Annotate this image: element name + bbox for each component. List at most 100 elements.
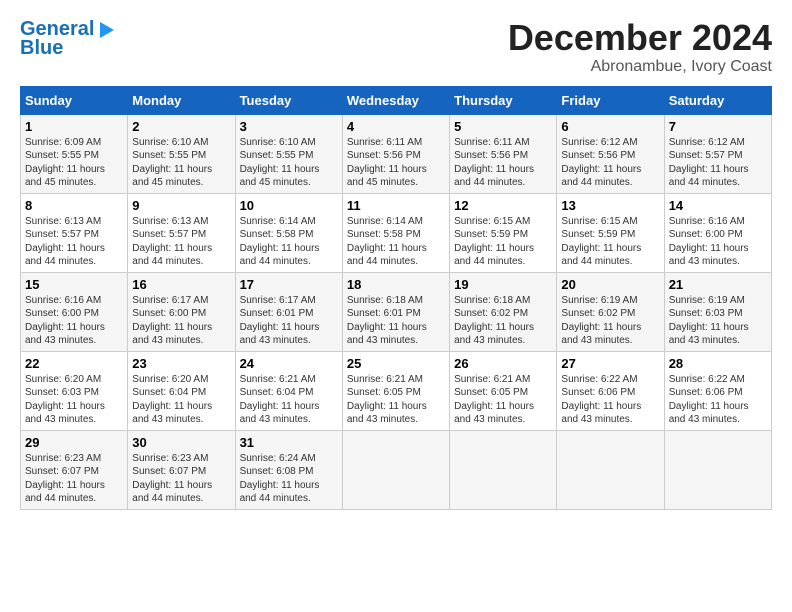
day-number: 29: [25, 435, 123, 450]
title-block: December 2024 Abronambue, Ivory Coast: [508, 18, 772, 76]
day-info: Sunrise: 6:18 AMSunset: 6:01 PMDaylight:…: [347, 294, 445, 348]
day-info: Sunrise: 6:14 AMSunset: 5:58 PMDaylight:…: [240, 215, 338, 269]
day-number: 25: [347, 356, 445, 371]
calendar-cell: 29Sunrise: 6:23 AMSunset: 6:07 PMDayligh…: [21, 430, 128, 509]
calendar-cell: 7 Sunrise: 6:12 AMSunset: 5:57 PMDaylight…: [664, 114, 771, 193]
day-number: 26: [454, 356, 552, 371]
day-info: Sunrise: 6:10 AMSunset: 5:55 PMDaylight:…: [240, 136, 338, 190]
day-number: 24: [240, 356, 338, 371]
calendar-cell: 31 Sunrise: 6:24 AMSunset: 6:08 PMDayligh…: [235, 430, 342, 509]
day-info: Sunrise: 6:14 AMSunset: 5:58 PMDaylight:…: [347, 215, 445, 269]
weekday-header-tuesday: Tuesday: [235, 86, 342, 114]
day-info: Sunrise: 6:15 AMSunset: 5:59 PMDaylight:…: [454, 215, 552, 269]
day-number: 2: [132, 119, 230, 134]
weekday-header-saturday: Saturday: [664, 86, 771, 114]
calendar-cell: [664, 430, 771, 509]
calendar-cell: [342, 430, 449, 509]
day-number: 4: [347, 119, 445, 134]
day-info: Sunrise: 6:17 AMSunset: 6:01 PMDaylight:…: [240, 294, 338, 348]
day-number: 23: [132, 356, 230, 371]
day-info: Sunrise: 6:16 AMSunset: 6:00 PMDaylight:…: [669, 215, 767, 269]
subtitle: Abronambue, Ivory Coast: [508, 58, 772, 76]
day-number: 1: [25, 119, 123, 134]
day-info: Sunrise: 6:21 AMSunset: 6:05 PMDaylight:…: [454, 373, 552, 427]
logo: General Blue: [20, 18, 118, 60]
weekday-header-sunday: Sunday: [21, 86, 128, 114]
day-number: 27: [561, 356, 659, 371]
calendar-header-row: SundayMondayTuesdayWednesdayThursdayFrid…: [21, 86, 772, 114]
calendar-cell: 13 Sunrise: 6:15 AMSunset: 5:59 PMDayligh…: [557, 193, 664, 272]
day-info: Sunrise: 6:22 AMSunset: 6:06 PMDaylight:…: [669, 373, 767, 427]
day-info: Sunrise: 6:17 AMSunset: 6:00 PMDaylight:…: [132, 294, 230, 348]
calendar-table: SundayMondayTuesdayWednesdayThursdayFrid…: [20, 86, 772, 510]
calendar-cell: 18 Sunrise: 6:18 AMSunset: 6:01 PMDayligh…: [342, 272, 449, 351]
calendar-cell: 15 Sunrise: 6:16 AMSunset: 6:00 PMDayligh…: [21, 272, 128, 351]
calendar-cell: 21Sunrise: 6:19 AMSunset: 6:03 PMDayligh…: [664, 272, 771, 351]
calendar-cell: [557, 430, 664, 509]
day-info: Sunrise: 6:09 AMSunset: 5:55 PMDaylight:…: [25, 136, 123, 190]
calendar-cell: 28 Sunrise: 6:22 AMSunset: 6:06 PMDayligh…: [664, 351, 771, 430]
day-number: 15: [25, 277, 123, 292]
day-info: Sunrise: 6:12 AMSunset: 5:56 PMDaylight:…: [561, 136, 659, 190]
weekday-header-thursday: Thursday: [450, 86, 557, 114]
day-info: Sunrise: 6:19 AMSunset: 6:02 PMDaylight:…: [561, 294, 659, 348]
day-info: Sunrise: 6:21 AMSunset: 6:05 PMDaylight:…: [347, 373, 445, 427]
calendar-cell: 25 Sunrise: 6:21 AMSunset: 6:05 PMDayligh…: [342, 351, 449, 430]
header: General Blue December 2024 Abronambue, I…: [20, 18, 772, 76]
calendar-cell: 1 Sunrise: 6:09 AMSunset: 5:55 PMDaylight…: [21, 114, 128, 193]
calendar-cell: 17Sunrise: 6:17 AMSunset: 6:01 PMDayligh…: [235, 272, 342, 351]
calendar-cell: 10Sunrise: 6:14 AMSunset: 5:58 PMDayligh…: [235, 193, 342, 272]
day-number: 11: [347, 198, 445, 213]
calendar-cell: 26 Sunrise: 6:21 AMSunset: 6:05 PMDayligh…: [450, 351, 557, 430]
calendar-cell: 14Sunrise: 6:16 AMSunset: 6:00 PMDayligh…: [664, 193, 771, 272]
calendar-week-row: 8 Sunrise: 6:13 AMSunset: 5:57 PMDaylight…: [21, 193, 772, 272]
calendar-week-row: 15 Sunrise: 6:16 AMSunset: 6:00 PMDayligh…: [21, 272, 772, 351]
day-number: 9: [132, 198, 230, 213]
calendar-cell: 4 Sunrise: 6:11 AMSunset: 5:56 PMDaylight…: [342, 114, 449, 193]
day-number: 16: [132, 277, 230, 292]
calendar-cell: 30 Sunrise: 6:23 AMSunset: 6:07 PMDayligh…: [128, 430, 235, 509]
day-number: 19: [454, 277, 552, 292]
calendar-week-row: 29 Sunrise: 6:23 AMSunset: 6:07 PMDayligh…: [21, 430, 772, 509]
day-number: 8: [25, 198, 123, 213]
page: General Blue December 2024 Abronambue, I…: [0, 0, 792, 612]
day-info: Sunrise: 6:13 AMSunset: 5:57 PMDaylight:…: [132, 215, 230, 269]
day-number: 18: [347, 277, 445, 292]
calendar-cell: 27 Sunrise: 6:22 AMSunset: 6:06 PMDayligh…: [557, 351, 664, 430]
day-info: Sunrise: 6:13 AMSunset: 5:57 PMDaylight:…: [25, 215, 123, 269]
day-number: 30: [132, 435, 230, 450]
calendar-cell: 19 Sunrise: 6:18 AMSunset: 6:02 PMDayligh…: [450, 272, 557, 351]
day-info: Sunrise: 6:19 AMSunset: 6:03 PMDaylight:…: [669, 294, 767, 348]
day-info: Sunrise: 6:23 AMSunset: 6:07 PMDaylight:…: [132, 452, 230, 506]
calendar-cell: 11 Sunrise: 6:14 AMSunset: 5:58 PMDayligh…: [342, 193, 449, 272]
calendar-cell: 5 Sunrise: 6:11 AMSunset: 5:56 PMDaylight…: [450, 114, 557, 193]
calendar-week-row: 1 Sunrise: 6:09 AMSunset: 5:55 PMDaylight…: [21, 114, 772, 193]
main-title: December 2024: [508, 18, 772, 58]
day-info: Sunrise: 6:18 AMSunset: 6:02 PMDaylight:…: [454, 294, 552, 348]
day-info: Sunrise: 6:10 AMSunset: 5:55 PMDaylight:…: [132, 136, 230, 190]
calendar-cell: 3 Sunrise: 6:10 AMSunset: 5:55 PMDaylight…: [235, 114, 342, 193]
day-number: 7: [669, 119, 767, 134]
day-number: 28: [669, 356, 767, 371]
weekday-header-wednesday: Wednesday: [342, 86, 449, 114]
calendar-cell: 20Sunrise: 6:19 AMSunset: 6:02 PMDayligh…: [557, 272, 664, 351]
day-number: 13: [561, 198, 659, 213]
day-number: 12: [454, 198, 552, 213]
day-info: Sunrise: 6:12 AMSunset: 5:57 PMDaylight:…: [669, 136, 767, 190]
day-info: Sunrise: 6:11 AMSunset: 5:56 PMDaylight:…: [347, 136, 445, 190]
day-info: Sunrise: 6:11 AMSunset: 5:56 PMDaylight:…: [454, 136, 552, 190]
calendar-cell: 12 Sunrise: 6:15 AMSunset: 5:59 PMDayligh…: [450, 193, 557, 272]
weekday-header-friday: Friday: [557, 86, 664, 114]
calendar-cell: 9 Sunrise: 6:13 AMSunset: 5:57 PMDaylight…: [128, 193, 235, 272]
day-info: Sunrise: 6:20 AMSunset: 6:04 PMDaylight:…: [132, 373, 230, 427]
day-info: Sunrise: 6:22 AMSunset: 6:06 PMDaylight:…: [561, 373, 659, 427]
calendar-cell: 6Sunrise: 6:12 AMSunset: 5:56 PMDaylight…: [557, 114, 664, 193]
day-info: Sunrise: 6:24 AMSunset: 6:08 PMDaylight:…: [240, 452, 338, 506]
day-number: 3: [240, 119, 338, 134]
logo-arrow-icon: [96, 20, 118, 40]
day-info: Sunrise: 6:16 AMSunset: 6:00 PMDaylight:…: [25, 294, 123, 348]
day-info: Sunrise: 6:15 AMSunset: 5:59 PMDaylight:…: [561, 215, 659, 269]
day-number: 5: [454, 119, 552, 134]
calendar-week-row: 22Sunrise: 6:20 AMSunset: 6:03 PMDayligh…: [21, 351, 772, 430]
day-number: 31: [240, 435, 338, 450]
